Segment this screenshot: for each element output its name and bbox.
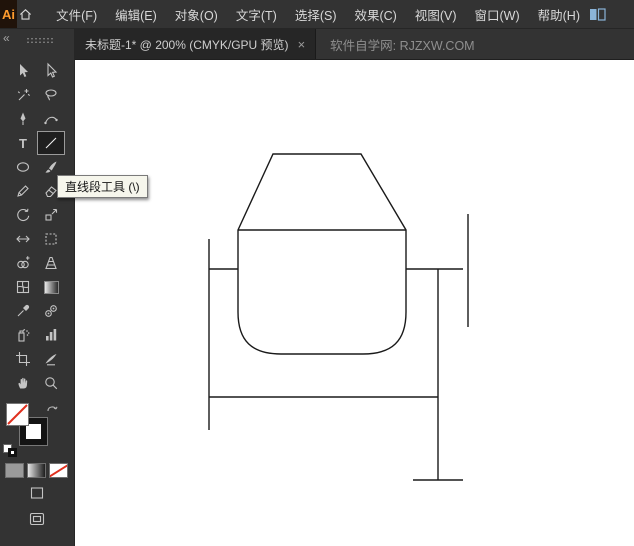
swap-fill-stroke-icon[interactable]: [46, 401, 59, 419]
workspace-switcher-icon[interactable]: [589, 7, 606, 22]
tool-blend[interactable]: [37, 299, 65, 323]
slice-icon: [45, 354, 57, 366]
menu-edit[interactable]: 编辑(E): [106, 0, 166, 29]
curvature-icon: [44, 116, 58, 125]
collapse-panel-button[interactable]: «: [3, 31, 10, 45]
tool-eyedropper[interactable]: [9, 299, 37, 323]
menu-object[interactable]: 对象(O): [166, 0, 227, 29]
fill-color-indicator[interactable]: [6, 403, 29, 426]
illustrator-logo[interactable]: Ai: [0, 0, 18, 28]
tool-width[interactable]: [9, 227, 37, 251]
pen-icon: [20, 112, 26, 125]
free-transform-icon: [45, 233, 57, 245]
tool-gradient[interactable]: [37, 275, 65, 299]
mixer-drum-outline[interactable]: [237, 153, 407, 355]
tool-pen[interactable]: [9, 107, 37, 131]
tool-selection[interactable]: [9, 59, 37, 83]
tool-artboard[interactable]: [9, 347, 37, 371]
menu-help[interactable]: 帮助(H): [529, 0, 589, 29]
tool-magic-wand[interactable]: [9, 83, 37, 107]
tool-curvature[interactable]: [37, 107, 65, 131]
width-icon: [16, 235, 30, 243]
direct-selection-icon: [47, 62, 58, 78]
document-tab-bar: 未标题-1* @ 200% (CMYK/GPU 预览) × 软件自学网: RJZ…: [75, 29, 634, 60]
none-button[interactable]: [49, 463, 68, 478]
scale-icon: [45, 208, 58, 221]
drawing-mode-button[interactable]: [0, 482, 74, 504]
tool-scale[interactable]: [37, 203, 65, 227]
default-fill-stroke-icon[interactable]: [3, 444, 17, 457]
tool-lasso[interactable]: [37, 83, 65, 107]
symbol-sprayer-icon: [18, 329, 30, 342]
paint-style-buttons: [0, 459, 74, 478]
panel-grip[interactable]: [26, 37, 54, 44]
gradient-button[interactable]: [27, 463, 46, 478]
line-segment-tool-tooltip: 直线段工具 (\): [57, 175, 148, 198]
screen-mode-icon: [29, 512, 45, 526]
document-tab[interactable]: 未标题-1* @ 200% (CMYK/GPU 预览) ×: [75, 29, 317, 59]
type-icon: T: [19, 135, 27, 151]
artboard-icon: [16, 352, 30, 366]
color-button[interactable]: [5, 463, 24, 478]
pencil-icon: [17, 185, 29, 197]
tool-column-graph[interactable]: [37, 323, 65, 347]
blend-icon: [45, 305, 57, 317]
change-screen-mode-button[interactable]: [0, 508, 74, 530]
eyedropper-icon: [17, 304, 30, 317]
tool-rotate[interactable]: [9, 203, 37, 227]
fill-stroke-controls: [0, 401, 74, 459]
tool-slice[interactable]: [37, 347, 65, 371]
gradient-icon: [43, 280, 59, 294]
menu-bar: Ai 文件(F) 编辑(E) 对象(O) 文字(T) 选择(S) 效果(C) 视…: [0, 0, 634, 29]
draw-normal-icon: [30, 487, 44, 499]
document-tab-title: 未标题-1* @ 200% (CMYK/GPU 预览): [85, 37, 289, 52]
zoom-icon: [45, 377, 58, 390]
ellipse-icon: [16, 162, 30, 172]
tool-direct-selection[interactable]: [37, 59, 65, 83]
tools-panel: « T: [0, 29, 75, 546]
hand-icon: [18, 377, 28, 389]
menu-view[interactable]: 视图(V): [406, 0, 466, 29]
mixer-stand-lines[interactable]: [208, 214, 469, 481]
tool-pencil[interactable]: [9, 179, 37, 203]
tool-line-segment[interactable]: [37, 131, 65, 155]
menu-window[interactable]: 窗口(W): [466, 0, 529, 29]
shape-builder-icon: [17, 256, 30, 269]
artwork: [208, 153, 469, 481]
mesh-icon: [16, 280, 30, 294]
tool-ellipse[interactable]: [9, 155, 37, 179]
tool-shape-builder[interactable]: [9, 251, 37, 275]
perspective-grid-icon: [45, 256, 57, 270]
paintbrush-icon: [45, 161, 57, 173]
tool-mesh[interactable]: [9, 275, 37, 299]
selection-icon: [20, 64, 28, 77]
menu-file[interactable]: 文件(F): [47, 0, 106, 29]
illustrator-window: Ai 文件(F) 编辑(E) 对象(O) 文字(T) 选择(S) 效果(C) 视…: [0, 0, 634, 546]
tool-zoom[interactable]: [37, 371, 65, 395]
tool-type[interactable]: T: [9, 131, 37, 155]
tool-hand[interactable]: [9, 371, 37, 395]
menu-effect[interactable]: 效果(C): [345, 0, 405, 29]
canvas[interactable]: [75, 60, 634, 546]
tool-grid: T: [0, 59, 74, 395]
main-menu: 文件(F) 编辑(E) 对象(O) 文字(T) 选择(S) 效果(C) 视图(V…: [47, 0, 589, 29]
home-icon[interactable]: [17, 0, 33, 28]
close-tab-icon[interactable]: ×: [298, 37, 306, 52]
line-segment-icon: [45, 137, 57, 149]
tool-symbol-sprayer[interactable]: [9, 323, 37, 347]
column-graph-icon: [46, 329, 57, 341]
tool-perspective-grid[interactable]: [37, 251, 65, 275]
magic-wand-icon: [17, 89, 30, 101]
menu-type[interactable]: 文字(T): [227, 0, 286, 29]
rotate-icon: [17, 208, 30, 222]
tool-free-transform[interactable]: [37, 227, 65, 251]
menu-select[interactable]: 选择(S): [286, 0, 346, 29]
lasso-icon: [45, 89, 57, 101]
site-note: 软件自学网: RJZXW.COM: [330, 38, 475, 53]
